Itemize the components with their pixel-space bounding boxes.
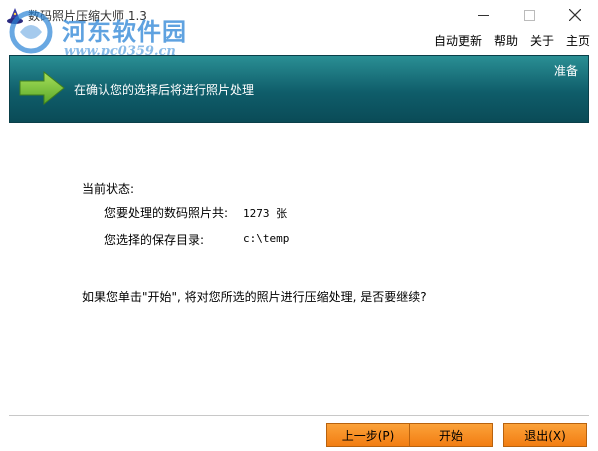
menu-about[interactable]: 关于 bbox=[530, 32, 554, 49]
save-dir-value: c:\temp bbox=[243, 232, 290, 245]
current-status-label: 当前状态: bbox=[82, 182, 135, 196]
confirm-message: 如果您单击"开始", 将对您所选的照片进行压缩处理, 是否要继续? bbox=[82, 290, 427, 304]
minimize-button[interactable] bbox=[460, 0, 506, 30]
prev-button[interactable]: 上一步(P) bbox=[326, 423, 410, 447]
menu-auto-update[interactable]: 自动更新 bbox=[434, 32, 482, 49]
menu-bar: 自动更新 帮助 关于 主页 bbox=[434, 32, 590, 49]
close-button[interactable] bbox=[552, 0, 598, 30]
exit-button[interactable]: 退出(X) bbox=[503, 423, 587, 447]
minimize-icon bbox=[477, 14, 489, 16]
photo-count-value: 1273 张 bbox=[243, 207, 288, 220]
menu-homepage[interactable]: 主页 bbox=[566, 32, 590, 49]
save-dir-label: 您选择的保存目录: bbox=[104, 233, 205, 247]
maximize-icon bbox=[523, 9, 535, 21]
wizard-hat-icon bbox=[7, 8, 23, 24]
maximize-button[interactable] bbox=[506, 0, 552, 30]
menu-help[interactable]: 帮助 bbox=[494, 32, 518, 49]
step-banner: 在确认您的选择后将进行照片处理 准备 bbox=[9, 55, 589, 123]
footer-divider bbox=[9, 415, 589, 416]
close-icon bbox=[569, 9, 581, 21]
start-button[interactable]: 开始 bbox=[409, 423, 493, 447]
banner-message: 在确认您的选择后将进行照片处理 bbox=[74, 83, 255, 97]
right-arrow-icon bbox=[19, 70, 65, 106]
photo-count-label: 您要处理的数码照片共: bbox=[104, 206, 229, 220]
window-title: 数码照片压缩大师 1.3 bbox=[28, 9, 147, 23]
title-bar: 数码照片压缩大师 1.3 bbox=[0, 0, 598, 30]
banner-status: 准备 bbox=[553, 64, 578, 78]
